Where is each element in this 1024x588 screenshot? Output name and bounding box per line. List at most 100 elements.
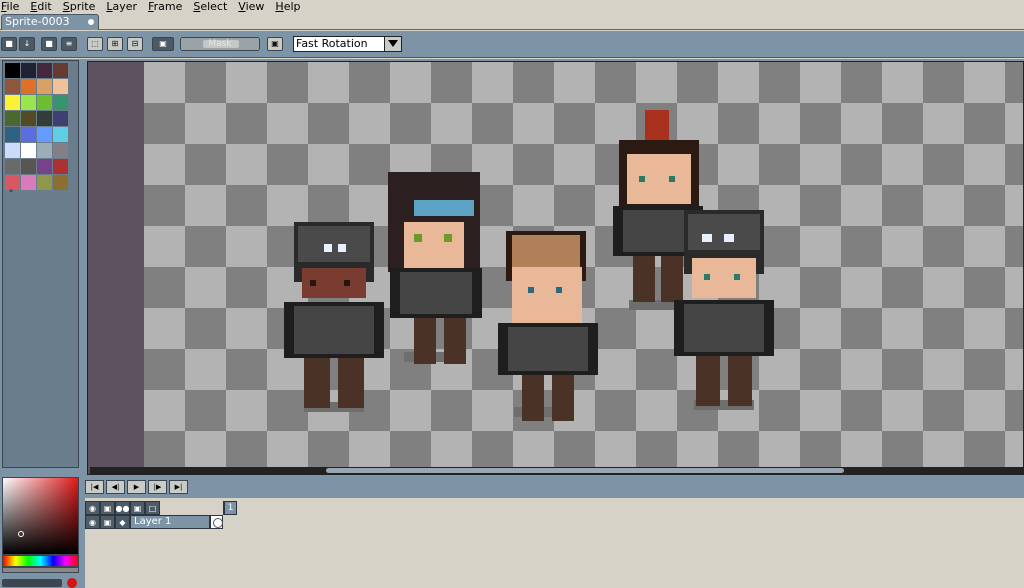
palette-swatch[interactable] <box>21 79 36 94</box>
mask-slider[interactable]: Mask <box>180 37 260 51</box>
palette-swatch[interactable] <box>21 111 36 126</box>
rotation-algorithm-select[interactable]: Fast Rotation <box>293 36 402 52</box>
character-cap-right <box>674 210 774 410</box>
palette-swatch[interactable] <box>53 127 68 142</box>
menu-layer[interactable]: Layer <box>105 0 137 13</box>
menu-sprite[interactable]: Sprite <box>62 0 96 13</box>
color-picker-cursor[interactable] <box>18 531 24 537</box>
continuous-icon[interactable]: ◆ <box>115 515 130 529</box>
color-picker-field[interactable] <box>2 477 79 555</box>
pivot-icon[interactable]: ▣ <box>267 37 283 51</box>
palette-swatch[interactable] <box>5 143 20 158</box>
character-blue-band <box>388 172 482 364</box>
lock-header-icon[interactable]: ▣ <box>100 501 115 515</box>
palette-swatch[interactable] <box>37 63 52 78</box>
palette-swatch[interactable] <box>53 63 68 78</box>
first-frame-icon[interactable]: |◀ <box>85 480 104 494</box>
palette-swatch[interactable] <box>21 127 36 142</box>
selection-replace-icon[interactable]: ⬚ <box>87 37 103 51</box>
menu-file[interactable]: File <box>0 0 19 13</box>
palette-swatch[interactable] <box>53 143 68 158</box>
link-cels-icon[interactable]: □ <box>145 501 160 515</box>
menu-bar: File Edit Sprite Layer Frame Select View… <box>0 0 1024 13</box>
palette-swatch[interactable] <box>5 175 20 190</box>
palette-swatch[interactable] <box>37 95 52 110</box>
list-icon[interactable]: ≡ <box>61 37 77 51</box>
palette-swatch[interactable] <box>53 79 68 94</box>
scrollbar-thumb[interactable] <box>326 468 844 473</box>
palette-panel: " <box>2 60 79 468</box>
continuous-header-icon[interactable]: ●● <box>115 501 130 515</box>
play-icon[interactable]: ▶ <box>127 480 146 494</box>
selection-subtract-icon[interactable]: ⊟ <box>127 37 143 51</box>
layer-name[interactable]: Layer 1 <box>130 515 210 529</box>
palette-grid <box>5 63 68 190</box>
palette-swatch[interactable] <box>21 159 36 174</box>
canvas-viewport[interactable] <box>87 61 1024 475</box>
palette-swatch[interactable] <box>5 127 20 142</box>
menu-help[interactable]: Help <box>274 0 300 13</box>
hue-slider[interactable] <box>2 555 79 567</box>
tab-bar: Sprite-0003 <box>0 13 1024 30</box>
visibility-header-icon[interactable]: ◉ <box>85 501 100 515</box>
selection-add-icon[interactable]: ⊞ <box>107 37 123 51</box>
last-frame-icon[interactable]: ▶| <box>169 480 188 494</box>
tab-sprite[interactable]: Sprite-0003 <box>1 14 99 30</box>
palette-swatch[interactable] <box>5 79 20 94</box>
palette-swatch[interactable] <box>37 159 52 174</box>
palette-swatch[interactable] <box>53 159 68 174</box>
frame-cel[interactable] <box>210 515 223 529</box>
layers-header-spacer <box>160 501 224 515</box>
palette-swatch[interactable] <box>37 111 52 126</box>
context-toolbar: ■ ↓ ■ ≡ ⬚ ⊞ ⊟ ▣ Mask ▣ Fast Rotation <box>0 31 1024 58</box>
alpha-slider[interactable] <box>2 567 79 573</box>
playback-controls: |◀ ◀| ▶ |▶ ▶| <box>85 480 188 495</box>
stop-icon[interactable]: ■ <box>41 37 57 51</box>
next-frame-icon[interactable]: |▶ <box>148 480 167 494</box>
arrow-down-icon[interactable]: ↓ <box>19 37 35 51</box>
left-panel: " <box>0 59 85 588</box>
transparent-color-icon[interactable]: ▣ <box>152 37 174 51</box>
palette-swatch[interactable] <box>53 111 68 126</box>
layers-area: ◉ ▣ ●● ▣ □ 1 ◉ ▣ ◆ Layer 1 <box>85 498 1024 588</box>
canvas-frame <box>85 59 1024 476</box>
frame-number-header[interactable]: 1 <box>224 501 237 515</box>
eye-icon[interactable]: ◉ <box>85 515 100 529</box>
palette-swatch[interactable] <box>5 95 20 110</box>
palette-swatch[interactable] <box>53 95 68 110</box>
color-hex-field[interactable] <box>2 579 62 587</box>
character-blonde <box>498 231 598 421</box>
lock-icon[interactable]: ■ <box>1 37 17 51</box>
horizontal-scrollbar[interactable] <box>90 467 1023 474</box>
palette-swatch[interactable] <box>5 111 20 126</box>
layers-header-row: ◉ ▣ ●● ▣ □ 1 <box>85 501 237 515</box>
palette-swatch[interactable] <box>53 175 68 190</box>
palette-swatch[interactable] <box>5 159 20 174</box>
lock-icon[interactable]: ▣ <box>100 515 115 529</box>
chevron-down-icon[interactable] <box>384 37 401 51</box>
sprite-canvas[interactable] <box>144 62 1023 474</box>
onion-skin-icon[interactable]: ▣ <box>130 501 145 515</box>
palette-swatch[interactable] <box>21 63 36 78</box>
palette-more-indicator: " <box>9 189 14 199</box>
timeline-panel: |◀ ◀| ▶ |▶ ▶| ◉ ▣ ●● ▣ □ 1 ◉ ▣ ◆ Layer 1 <box>85 476 1024 588</box>
previous-frame-icon[interactable]: ◀| <box>106 480 125 494</box>
palette-swatch[interactable] <box>37 175 52 190</box>
warning-icon[interactable] <box>67 578 77 588</box>
menu-edit[interactable]: Edit <box>29 0 51 13</box>
palette-swatch[interactable] <box>37 79 52 94</box>
menu-view[interactable]: View <box>237 0 264 13</box>
palette-swatch[interactable] <box>21 143 36 158</box>
palette-swatch[interactable] <box>21 175 36 190</box>
palette-swatch[interactable] <box>5 63 20 78</box>
palette-swatch[interactable] <box>21 95 36 110</box>
layer-row[interactable]: ◉ ▣ ◆ Layer 1 <box>85 515 223 529</box>
menu-frame[interactable]: Frame <box>147 0 182 13</box>
palette-swatch[interactable] <box>37 143 52 158</box>
close-tab-icon[interactable] <box>88 19 94 25</box>
sprite-artwork <box>284 110 774 421</box>
palette-swatch[interactable] <box>37 127 52 142</box>
rotation-algorithm-value: Fast Rotation <box>296 37 368 50</box>
menu-select[interactable]: Select <box>192 0 227 13</box>
tab-title: Sprite-0003 <box>5 15 70 28</box>
